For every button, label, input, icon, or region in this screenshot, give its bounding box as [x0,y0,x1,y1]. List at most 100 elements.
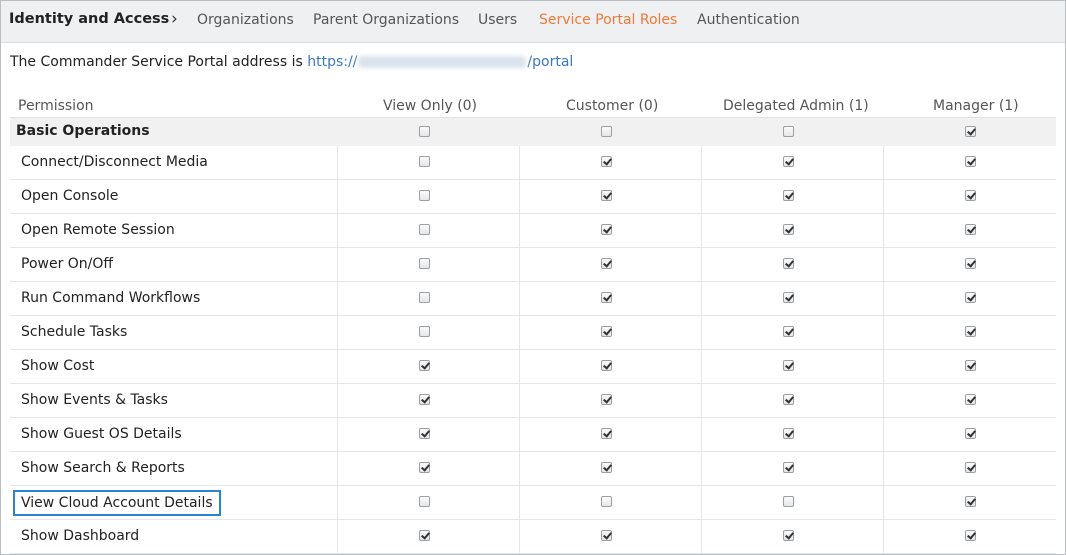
view-only-checkbox[interactable] [419,462,430,473]
column-header-view-only: View Only (0) [383,98,478,114]
manager-checkbox[interactable] [965,126,976,137]
table-row-show-guest-os-details: Show Guest OS Details [10,418,1056,452]
column-divider [883,486,884,519]
column-divider [701,350,702,383]
table-row-schedule-tasks: Schedule Tasks [10,316,1056,350]
section-label: Basic Operations [16,123,150,139]
permission-label: Connect/Disconnect Media [21,154,208,170]
customer-checkbox[interactable] [601,530,612,541]
table-row-connect-disconnect-media: Connect/Disconnect Media [10,146,1056,180]
delegated-admin-checkbox[interactable] [783,530,794,541]
permission-label: Schedule Tasks [21,324,128,340]
column-divider [337,146,338,179]
portal-address-link[interactable]: https:// /portal [307,54,573,70]
column-divider [701,418,702,451]
permission-label: Show Events & Tasks [21,392,168,408]
customer-checkbox[interactable] [601,190,612,201]
column-divider [701,146,702,179]
column-divider [337,180,338,213]
tab-authentication[interactable]: Authentication [697,12,800,28]
view-only-checkbox[interactable] [419,496,430,507]
delegated-admin-checkbox[interactable] [783,224,794,235]
column-divider [337,316,338,349]
customer-checkbox[interactable] [601,224,612,235]
delegated-admin-checkbox[interactable] [783,126,794,137]
delegated-admin-checkbox[interactable] [783,428,794,439]
delegated-admin-checkbox[interactable] [783,258,794,269]
permission-label: Open Remote Session [21,222,175,238]
view-only-checkbox[interactable] [419,156,430,167]
manager-checkbox[interactable] [965,496,976,507]
delegated-admin-checkbox[interactable] [783,360,794,371]
column-header-delegated-admin: Delegated Admin (1) [723,98,869,114]
column-divider [519,486,520,519]
column-divider [519,214,520,247]
table-row-view-cloud-account-details: View Cloud Account Details [10,486,1056,520]
customer-checkbox[interactable] [601,326,612,337]
customer-checkbox[interactable] [601,394,612,405]
view-only-checkbox[interactable] [419,530,430,541]
view-only-checkbox[interactable] [419,326,430,337]
customer-checkbox[interactable] [601,126,612,137]
column-divider [337,248,338,281]
manager-checkbox[interactable] [965,292,976,303]
permission-label: Show Search & Reports [21,460,185,476]
delegated-admin-checkbox[interactable] [783,496,794,507]
column-divider [701,486,702,519]
manager-checkbox[interactable] [965,530,976,541]
delegated-admin-checkbox[interactable] [783,394,794,405]
column-divider [883,214,884,247]
permission-label: Open Console [21,188,119,204]
view-only-checkbox[interactable] [419,428,430,439]
column-divider [337,486,338,519]
manager-checkbox[interactable] [965,156,976,167]
delegated-admin-checkbox[interactable] [783,156,794,167]
tab-organizations[interactable]: Organizations [197,12,294,28]
view-only-checkbox[interactable] [419,360,430,371]
manager-checkbox[interactable] [965,360,976,371]
manager-checkbox[interactable] [965,394,976,405]
view-only-checkbox[interactable] [419,292,430,303]
permission-label: Show Cost [21,358,95,374]
manager-checkbox[interactable] [965,224,976,235]
customer-checkbox[interactable] [601,462,612,473]
column-divider [519,520,520,553]
view-only-checkbox[interactable] [419,190,430,201]
column-divider [883,384,884,417]
manager-checkbox[interactable] [965,190,976,201]
customer-checkbox[interactable] [601,428,612,439]
nav-root-title: Identity and Access [9,11,170,27]
column-divider [883,146,884,179]
delegated-admin-checkbox[interactable] [783,190,794,201]
portal-link-path: /portal [527,54,574,70]
column-divider [883,452,884,485]
tab-service-portal-roles[interactable]: Service Portal Roles [539,12,677,28]
column-header-manager: Manager (1) [933,98,1019,114]
delegated-admin-checkbox[interactable] [783,326,794,337]
delegated-admin-checkbox[interactable] [783,462,794,473]
tab-parent-organizations[interactable]: Parent Organizations [313,12,459,28]
column-divider [337,520,338,553]
table-row-run-command-workflows: Run Command Workflows [10,282,1056,316]
column-divider [883,180,884,213]
table-row-open-console: Open Console [10,180,1056,214]
tab-users[interactable]: Users [478,12,517,28]
customer-checkbox[interactable] [601,292,612,303]
customer-checkbox[interactable] [601,496,612,507]
column-divider [701,316,702,349]
column-divider [519,316,520,349]
view-only-checkbox[interactable] [419,394,430,405]
table-row-open-remote-session: Open Remote Session [10,214,1056,248]
manager-checkbox[interactable] [965,462,976,473]
view-only-checkbox[interactable] [419,224,430,235]
manager-checkbox[interactable] [965,326,976,337]
manager-checkbox[interactable] [965,428,976,439]
view-only-checkbox[interactable] [419,126,430,137]
manager-checkbox[interactable] [965,258,976,269]
delegated-admin-checkbox[interactable] [783,292,794,303]
view-only-checkbox[interactable] [419,258,430,269]
customer-checkbox[interactable] [601,156,612,167]
column-divider [519,180,520,213]
customer-checkbox[interactable] [601,258,612,269]
customer-checkbox[interactable] [601,360,612,371]
